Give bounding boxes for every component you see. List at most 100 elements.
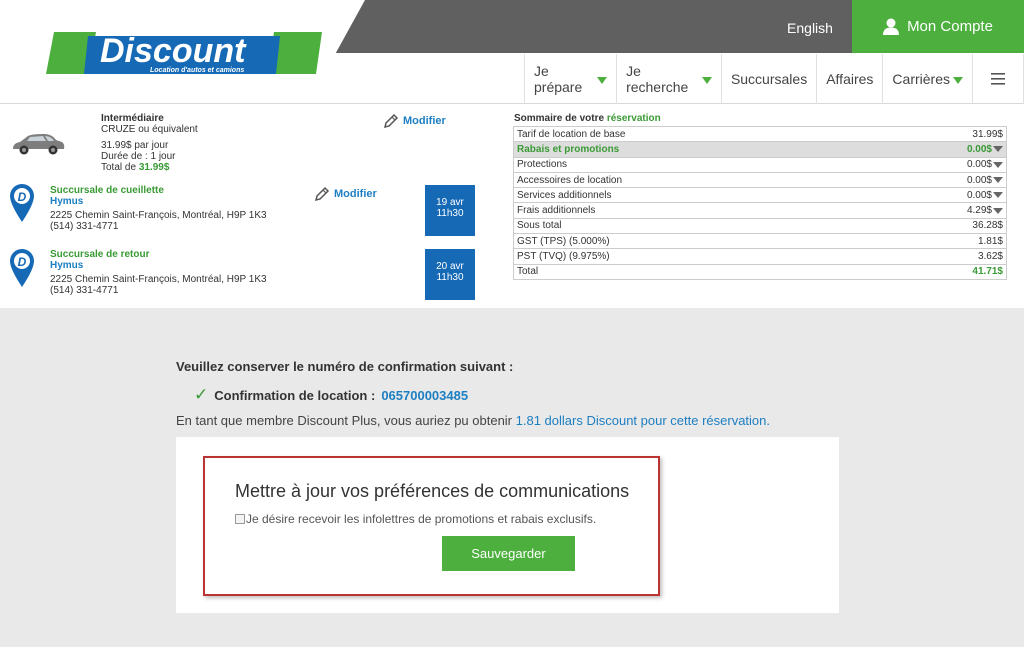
nav-label: Je prépare — [534, 63, 583, 95]
nav-label: Affaires — [826, 71, 874, 87]
checkmark-icon: ✓ — [194, 385, 209, 404]
dropdown-arrow-icon — [701, 76, 712, 84]
location-pin-icon: D — [10, 249, 34, 287]
confirmation-number: 065700003485 — [381, 387, 469, 403]
row-value: 0.00$ — [966, 143, 992, 155]
summary-row-services[interactable]: Services additionnels 0.00$ — [513, 188, 1007, 204]
row-value: 0.00$ — [966, 174, 992, 186]
row-label: Services additionnels — [517, 189, 612, 201]
row-value: 3.62$ — [977, 251, 1003, 263]
summary-row-fees[interactable]: Frais additionnels 4.29$ — [513, 203, 1007, 219]
vehicle-total: Total de 31.99$ — [101, 162, 169, 173]
confirmation-intro: Veuillez conserver le numéro de confirma… — [176, 359, 514, 374]
vehicle-rate: 31.99$ par jour — [101, 140, 169, 151]
return-branch-name[interactable]: Hymus — [50, 260, 83, 271]
row-label: Frais additionnels — [517, 205, 596, 217]
pickup-date: 19 avr — [436, 197, 464, 208]
return-date: 20 avr — [436, 261, 464, 272]
nav-item-carrieres[interactable]: Carrières — [882, 54, 972, 104]
confirmation-line: ✓ Confirmation de location : 06570000348… — [194, 385, 468, 405]
vehicle-model: CRUZE ou équivalent — [101, 124, 198, 135]
row-label: Sous total — [517, 220, 562, 232]
pickup-phone: (514) 331-4771 — [50, 221, 119, 232]
car-image — [13, 134, 65, 155]
newsletter-checkbox[interactable] — [235, 514, 245, 524]
pencil-icon — [383, 113, 399, 129]
summary-row-accessories[interactable]: Accessoires de location 0.00$ — [513, 172, 1007, 189]
vehicle-duration: Durée de : 1 jour — [101, 151, 176, 162]
main-nav: Je prépare Je recherche Succursales Affa… — [524, 54, 1024, 104]
chevron-down-icon — [993, 207, 1003, 214]
chevron-down-icon — [993, 161, 1003, 168]
vehicle-total-label: Total de — [101, 162, 137, 173]
modify-label: Modifier — [334, 188, 377, 200]
save-button[interactable]: Sauvegarder — [442, 536, 575, 571]
row-label: Total — [517, 266, 539, 278]
menu-button[interactable] — [972, 54, 1024, 104]
summary-table: Tarif de location de base 31.99$ Rabais … — [513, 126, 1007, 280]
nav-item-je-prepare[interactable]: Je prépare — [524, 54, 616, 104]
return-date-box: 20 avr 11h30 — [425, 249, 475, 300]
nav-item-affaires[interactable]: Affaires — [816, 54, 882, 104]
return-title: Succursale de retour — [50, 249, 150, 260]
summary-row-total: Total 41.71$ — [513, 264, 1007, 280]
pickup-title: Succursale de cueillette — [50, 185, 164, 196]
pickup-address: 2225 Chemin Saint-François, Montréal, H9… — [50, 210, 267, 221]
chevron-down-icon — [993, 146, 1003, 153]
nav-item-je-recherche[interactable]: Je recherche — [616, 54, 721, 104]
row-value: 0.00$ — [966, 189, 992, 201]
pickup-date-box: 19 avr 11h30 — [425, 185, 475, 236]
return-time: 11h30 — [436, 272, 464, 283]
newsletter-label: Je désire recevoir les infolettres de pr… — [246, 512, 597, 526]
modify-label: Modifier — [403, 115, 446, 127]
svg-text:D: D — [18, 190, 27, 204]
pickup-branch-name[interactable]: Hymus — [50, 196, 83, 207]
dropdown-arrow-icon — [953, 76, 963, 84]
row-label: GST (TPS) (5.000%) — [517, 235, 610, 247]
nav-item-succursales[interactable]: Succursales — [720, 54, 816, 104]
discount-logo[interactable]: Discount Location d'autos et camions — [44, 28, 324, 78]
user-icon — [883, 18, 900, 35]
location-pin-icon: D — [10, 184, 34, 222]
nav-label: Succursales — [730, 71, 808, 87]
member-text: En tant que membre Discount Plus, vous a… — [176, 413, 513, 428]
member-link[interactable]: 1.81 dollars Discount pour cette réserva… — [516, 413, 770, 428]
row-label: Accessoires de location — [517, 174, 623, 186]
row-label: Rabais et promotions — [517, 143, 620, 155]
summary-title-prefix: Sommaire de votre — [514, 113, 605, 124]
summary-row-protections[interactable]: Protections 0.00$ — [513, 157, 1007, 173]
account-button[interactable]: Mon Compte — [852, 0, 1024, 53]
row-value: 31.99$ — [972, 128, 1003, 140]
reservation-summary: Intermédiaire CRUZE ou équivalent 31.99$… — [0, 104, 1024, 308]
pencil-icon — [314, 186, 330, 202]
modify-vehicle-link[interactable]: Modifier — [383, 113, 446, 129]
summary-title-suffix: réservation — [606, 113, 661, 124]
hamburger-icon — [991, 73, 1005, 85]
newsletter-option[interactable]: Je désire recevoir les infolettres de pr… — [235, 512, 596, 526]
modify-location-link[interactable]: Modifier — [314, 186, 377, 202]
vehicle-total-value: 31.99$ — [138, 162, 170, 173]
highlight-box — [203, 456, 660, 596]
summary-row-subtotal: Sous total 36.28$ — [513, 218, 1007, 235]
preferences-title: Mettre à jour vos préférences de communi… — [235, 481, 630, 501]
row-value: 36.28$ — [972, 220, 1003, 232]
nav-label: Je recherche — [626, 63, 689, 95]
row-value: 4.29$ — [966, 205, 992, 217]
chevron-down-icon — [993, 177, 1003, 184]
row-value: 41.71$ — [972, 266, 1003, 278]
summary-title: Sommaire de votre réservation — [514, 113, 661, 124]
row-label: PST (TVQ) (9.975%) — [517, 251, 610, 263]
nav-label: Carrières — [892, 71, 950, 87]
row-label: Protections — [517, 159, 568, 171]
summary-row-pst: PST (TVQ) (9.975%) 3.62$ — [513, 249, 1007, 265]
summary-row-promotions[interactable]: Rabais et promotions 0.00$ — [513, 142, 1007, 158]
row-label: Tarif de location de base — [517, 128, 626, 140]
language-link[interactable]: English — [775, 0, 845, 53]
member-message: En tant que membre Discount Plus, vous a… — [176, 413, 770, 428]
confirmation-label: Confirmation de location : — [214, 387, 376, 403]
svg-text:D: D — [18, 255, 27, 269]
summary-row-base-rate: Tarif de location de base 31.99$ — [513, 127, 1007, 143]
row-value: 0.00$ — [966, 159, 992, 171]
logo-tagline: Location d'autos et camions — [150, 67, 244, 74]
return-address: 2225 Chemin Saint-François, Montréal, H9… — [50, 274, 267, 285]
